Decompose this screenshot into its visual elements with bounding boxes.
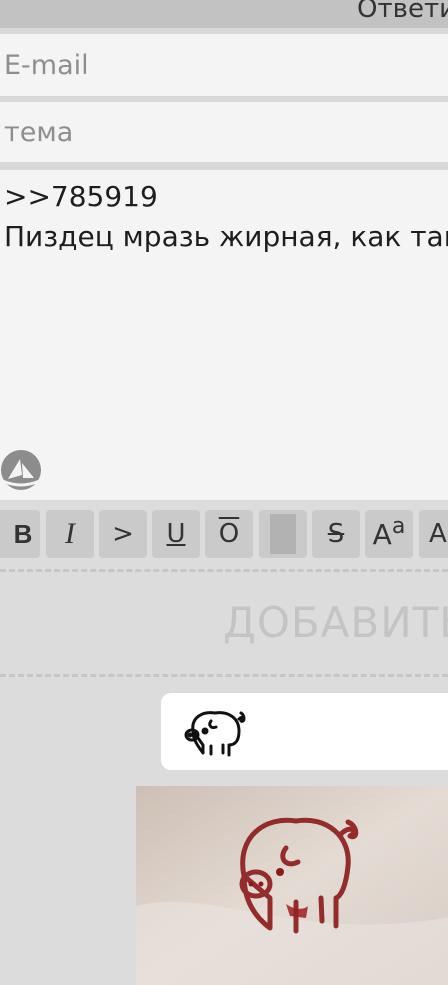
email-field-container — [0, 34, 448, 96]
format-toolbar: B I > U O S Aa A — [0, 500, 448, 566]
pig-icon — [183, 705, 247, 759]
strike-button[interactable]: S — [312, 510, 360, 558]
italic-button[interactable]: I — [46, 510, 94, 558]
subscript-button[interactable]: A — [419, 510, 448, 558]
add-post-button[interactable]: ДОБАВИТЬ — [0, 574, 448, 674]
email-field[interactable] — [0, 34, 444, 96]
divider — [0, 162, 448, 170]
message-line: >>785919 — [4, 180, 158, 213]
underline-button[interactable]: U — [152, 510, 200, 558]
message-line: Пиздец мразь жирная, как так — [4, 220, 448, 253]
post-image[interactable] — [136, 786, 448, 985]
spoiler-swatch — [270, 514, 296, 554]
superscript-button[interactable]: Aa — [365, 510, 413, 558]
quote-button[interactable]: > — [99, 510, 147, 558]
sticker-card[interactable] — [161, 693, 448, 770]
message-textarea[interactable]: >>785919 Пиздец мразь жирная, как так — [0, 170, 448, 500]
reply-title[interactable]: Ответи — [357, 0, 448, 24]
subject-field-container — [0, 102, 448, 162]
top-bar: Ответи — [0, 0, 448, 28]
overline-button[interactable]: O — [205, 510, 253, 558]
spoiler-button[interactable] — [259, 510, 307, 558]
dashed-divider — [0, 569, 448, 572]
sail-icon[interactable] — [0, 449, 42, 491]
dashed-divider — [0, 674, 448, 677]
subject-field[interactable] — [0, 102, 444, 162]
bold-button[interactable]: B — [0, 510, 40, 558]
